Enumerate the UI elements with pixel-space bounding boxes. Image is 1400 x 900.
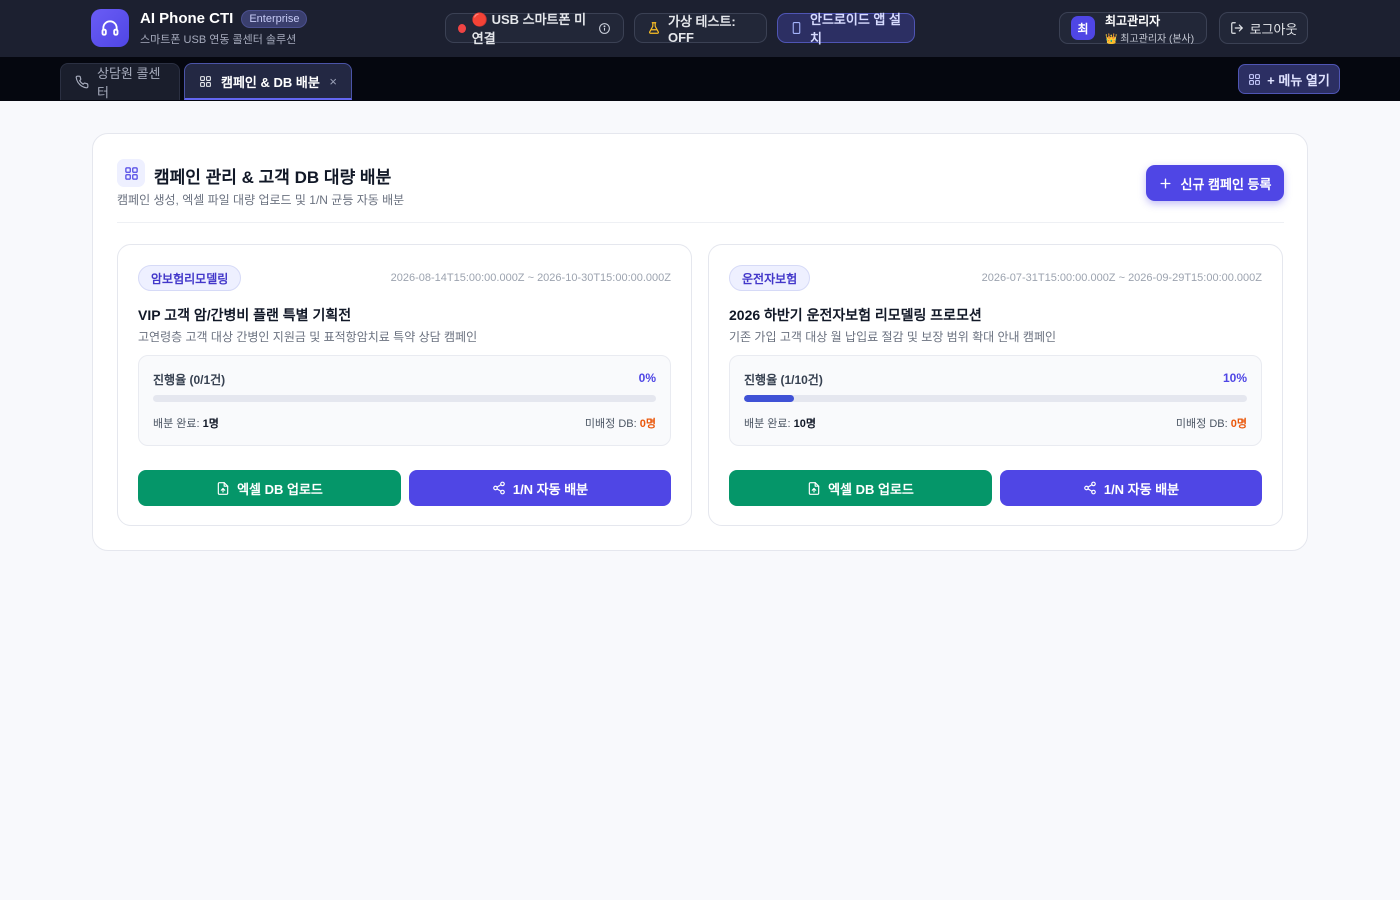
- file-upload-icon: [216, 481, 230, 496]
- progress-label: 진행율 (0/1건): [153, 373, 226, 387]
- edition-badge: Enterprise: [241, 9, 308, 28]
- tab-bar: 상담원 콜센터 캠페인 & DB 배분 × + 메뉴 열기: [0, 57, 1400, 101]
- campaign-tag: 암보험리모델링: [138, 265, 242, 291]
- share-icon: [492, 481, 506, 495]
- campaign-date-range: 2026-08-14T15:00:00.000Z ~ 2026-10-30T15…: [390, 272, 671, 284]
- unassigned-count: 미배정 DB: 0명: [585, 415, 656, 431]
- tab-label: 캠페인 & DB 배분: [221, 74, 320, 90]
- logout-label: 로그아웃: [1249, 21, 1298, 37]
- logout-button[interactable]: 로그아웃: [1219, 12, 1308, 44]
- auto-distribute-button[interactable]: 1/N 자동 배분: [409, 470, 671, 506]
- user-role: 최고관리자 (본사): [1120, 33, 1195, 45]
- avatar: 최: [1071, 16, 1095, 40]
- tab-campaign-db[interactable]: 캠페인 & DB 배분 ×: [184, 63, 352, 100]
- brand: AI Phone CTI Enterprise 스마트폰 USB 연동 콜센터 …: [91, 9, 308, 47]
- usb-status-button[interactable]: 🔴 USB 스마트폰 미연결: [445, 12, 624, 46]
- unassigned-count: 미배정 DB: 0명: [1176, 415, 1247, 431]
- excel-upload-button[interactable]: 엑셀 DB 업로드: [729, 470, 992, 506]
- plus-icon: [1159, 177, 1172, 190]
- unassigned-value: 0명: [639, 418, 656, 430]
- grid-icon: [199, 75, 212, 88]
- distributed-value: 10명: [793, 418, 817, 430]
- campaign-panel: 캠페인 관리 & 고객 DB 대량 배분 캠페인 생성, 엑셀 파일 대량 업로…: [92, 133, 1308, 551]
- open-menu-label: + 메뉴 열기: [1267, 72, 1330, 88]
- grid-icon: [1248, 73, 1261, 86]
- distributed-value: 1명: [202, 418, 219, 430]
- page-subtitle: 캠페인 생성, 엑셀 파일 대량 업로드 및 1/N 균등 자동 배분: [117, 193, 405, 207]
- logout-icon: [1230, 21, 1244, 35]
- campaign-title: 2026 하반기 운전자보험 리모델링 프로모션: [729, 307, 982, 323]
- progress-percent: 0%: [638, 371, 656, 385]
- user-name: 최고관리자: [1105, 13, 1161, 28]
- open-menu-button[interactable]: + 메뉴 열기: [1238, 64, 1340, 94]
- virtual-test-toggle[interactable]: 가상 테스트: OFF: [634, 13, 767, 45]
- excel-upload-label: 엑셀 DB 업로드: [828, 481, 914, 497]
- page-title: 캠페인 관리 & 고객 DB 대량 배분: [154, 168, 392, 187]
- excel-upload-button[interactable]: 엑셀 DB 업로드: [138, 470, 401, 506]
- crown-icon: 👑: [1105, 33, 1118, 45]
- progress-box: 진행율 (0/1건) 0% 배분 완료: 1명 미배정 DB: 0명: [138, 355, 671, 446]
- campaign-description: 고연령층 고객 대상 간병인 지원금 및 표적항암치료 특약 상담 캠페인: [138, 330, 478, 344]
- smartphone-icon: [790, 21, 803, 35]
- usb-status-label: 🔴 USB 스마트폰 미연결: [471, 12, 587, 46]
- share-icon: [1083, 481, 1097, 495]
- progress-box: 진행율 (1/10건) 10% 배분 완료: 10명 미배정 DB: 0명: [729, 355, 1262, 446]
- unassigned-label: 미배정 DB:: [584, 418, 637, 430]
- new-campaign-button[interactable]: 신규 캠페인 등록: [1146, 165, 1284, 201]
- headset-icon: [91, 9, 129, 47]
- campaign-description: 기존 가입 고객 대상 월 납입료 절감 및 보장 범위 확대 안내 캠페인: [729, 330, 1057, 344]
- user-profile[interactable]: 최 최고관리자 👑 최고관리자 (본사): [1059, 12, 1207, 45]
- auto-distribute-label: 1/N 자동 배분: [512, 481, 589, 497]
- campaign-card: 암보험리모델링 2026-08-14T15:00:00.000Z ~ 2026-…: [117, 244, 692, 526]
- excel-upload-label: 엑셀 DB 업로드: [237, 481, 323, 497]
- file-upload-icon: [807, 481, 821, 496]
- distributed-count: 배분 완료: 10명: [744, 415, 816, 431]
- info-icon: [598, 22, 611, 35]
- new-campaign-label: 신규 캠페인 등록: [1180, 176, 1272, 192]
- top-bar: AI Phone CTI Enterprise 스마트폰 USB 연동 콜센터 …: [0, 0, 1400, 57]
- tab-label: 상담원 콜센터: [97, 66, 161, 100]
- campaign-card: 운전자보험 2026-07-31T15:00:00.000Z ~ 2026-09…: [708, 244, 1283, 526]
- tab-agent-callcenter[interactable]: 상담원 콜센터: [60, 63, 180, 100]
- distributed-label: 배분 완료:: [153, 418, 200, 430]
- app-subtitle: 스마트폰 USB 연동 콜센터 솔루션: [140, 33, 297, 46]
- campaign-tag: 운전자보험: [729, 265, 811, 291]
- virtual-test-label: 가상 테스트: OFF: [668, 14, 736, 45]
- auto-distribute-label: 1/N 자동 배분: [1103, 481, 1180, 497]
- progress-bar-fill: [744, 395, 795, 402]
- android-install-button[interactable]: 안드로이드 앱 설치: [777, 12, 915, 46]
- divider: [117, 222, 1284, 223]
- distributed-count: 배분 완료: 1명: [153, 415, 219, 431]
- progress-bar: [153, 395, 656, 402]
- android-install-label: 안드로이드 앱 설치: [810, 12, 901, 46]
- campaign-title: VIP 고객 암/간병비 플랜 특별 기획전: [138, 307, 352, 323]
- campaign-date-range: 2026-07-31T15:00:00.000Z ~ 2026-09-29T15…: [981, 272, 1262, 284]
- unassigned-value: 0명: [1230, 418, 1247, 430]
- progress-label: 진행율 (1/10건): [744, 373, 823, 387]
- flask-icon: [647, 21, 661, 35]
- phone-icon: [75, 75, 89, 89]
- auto-distribute-button[interactable]: 1/N 자동 배분: [1000, 470, 1262, 506]
- unassigned-label: 미배정 DB:: [1175, 418, 1228, 430]
- progress-bar: [744, 395, 1247, 402]
- app-title: AI Phone CTI: [140, 10, 234, 27]
- grid-icon: [117, 159, 145, 187]
- user-role-row: 👑 최고관리자 (본사): [1105, 30, 1194, 45]
- close-icon[interactable]: ×: [329, 74, 337, 89]
- status-dot-icon: [458, 23, 466, 33]
- progress-percent: 10%: [1222, 371, 1247, 385]
- distributed-label: 배분 완료:: [744, 418, 791, 430]
